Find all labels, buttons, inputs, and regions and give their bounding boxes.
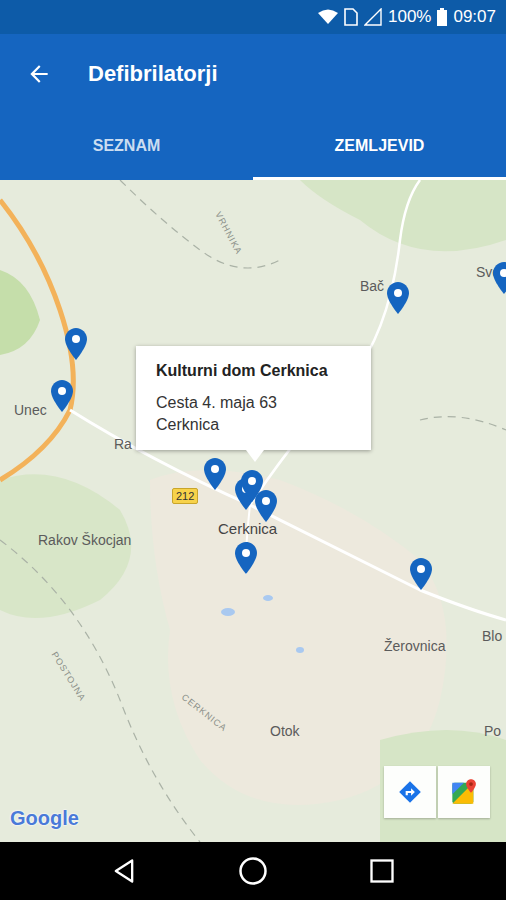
navigation-bar xyxy=(0,842,506,900)
sim-icon xyxy=(344,8,358,26)
google-maps-icon xyxy=(450,778,478,806)
marker-pin-icon[interactable] xyxy=(255,490,277,522)
map-background xyxy=(0,180,506,842)
recents-icon[interactable] xyxy=(368,857,396,885)
map-label: Žerovnica xyxy=(384,638,445,654)
status-bar: 100% 09:07 xyxy=(0,0,506,34)
info-window-title: Kulturni dom Cerknica xyxy=(156,362,351,380)
marker-pin-icon[interactable] xyxy=(241,470,263,502)
info-window-address: Cesta 4. maja 63 xyxy=(156,392,351,414)
directions-button[interactable] xyxy=(384,766,436,818)
screen: 100% 09:07 Defibrilatorji SEZNAMZEMLJEVI… xyxy=(0,0,506,900)
marker-pin-icon[interactable] xyxy=(65,328,87,360)
marker-pin-icon[interactable] xyxy=(235,542,257,574)
map-label: 212 xyxy=(172,488,198,504)
info-window[interactable]: Kulturni dom Cerknica Cesta 4. maja 63 C… xyxy=(136,346,371,450)
map[interactable]: Unec Ra Rakov Škocjan Cerknica Žerovnica Otok… xyxy=(0,180,506,842)
app-bar: Defibrilatorji xyxy=(0,34,506,114)
tab-bar: SEZNAMZEMLJEVID xyxy=(0,114,506,180)
open-maps-button[interactable] xyxy=(438,766,490,818)
map-label: Po xyxy=(484,723,501,739)
app-title: Defibrilatorji xyxy=(88,61,218,87)
marker-pin-icon[interactable] xyxy=(410,558,432,590)
map-label: Cerknica xyxy=(218,520,277,537)
map-toolbar xyxy=(384,766,490,818)
map-label: Bač xyxy=(360,278,384,294)
map-label: Unec xyxy=(14,402,47,418)
google-attribution: Google xyxy=(10,807,79,830)
marker-pin-icon[interactable] xyxy=(51,380,73,412)
map-label: Otok xyxy=(270,723,300,739)
directions-icon xyxy=(397,779,423,805)
map-label: Ra xyxy=(114,436,132,452)
back-arrow-icon[interactable] xyxy=(26,61,52,87)
info-window-tail xyxy=(246,450,264,462)
marker-pin-icon[interactable] xyxy=(387,282,409,314)
tab[interactable]: SEZNAM xyxy=(0,114,253,180)
clock: 09:07 xyxy=(453,7,496,27)
tab[interactable]: ZEMLJEVID xyxy=(253,114,506,180)
map-label: Rakov Škocjan xyxy=(38,532,131,548)
signal-icon xyxy=(364,8,382,26)
back-icon[interactable] xyxy=(110,857,138,885)
battery-icon xyxy=(437,8,447,26)
home-icon[interactable] xyxy=(238,856,268,886)
marker-pin-icon[interactable] xyxy=(493,262,506,294)
map-label: Blo xyxy=(482,628,502,644)
wifi-icon xyxy=(318,9,338,25)
info-window-city: Cerknica xyxy=(156,414,351,436)
battery-level: 100% xyxy=(388,7,431,27)
marker-pin-icon[interactable] xyxy=(204,458,226,490)
